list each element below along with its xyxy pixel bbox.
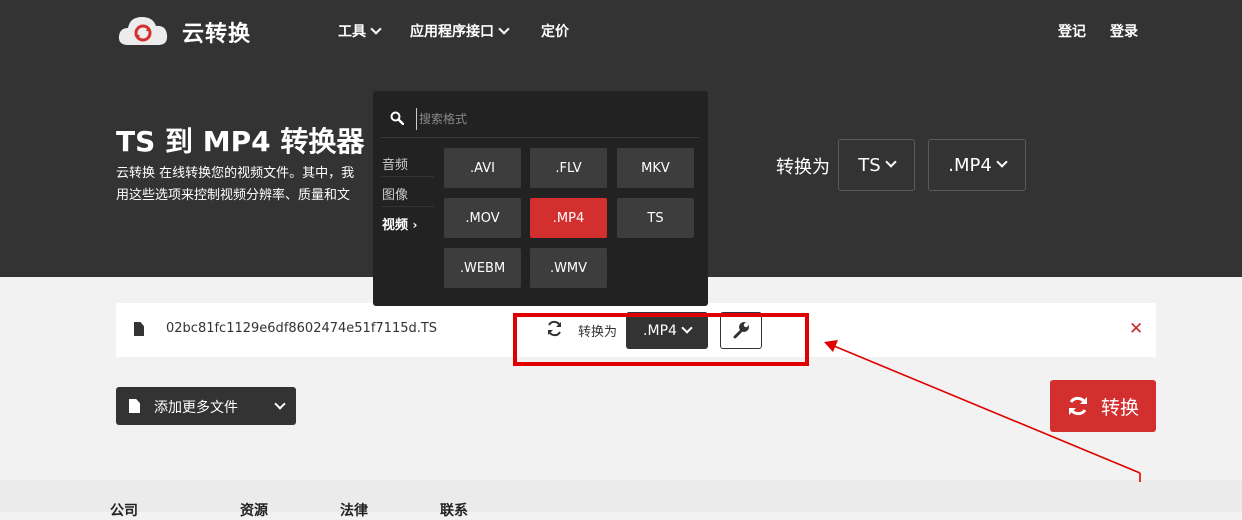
- description-line: 用这些选项来控制视频分辨率、质量和文: [116, 188, 351, 203]
- remove-file-icon[interactable]: ✕: [1129, 319, 1143, 339]
- chevron-down-icon: [370, 23, 382, 35]
- login-link[interactable]: 登录: [1110, 21, 1138, 41]
- file-name: 02bc81fc1129e6df8602474e51f7115d.TS: [166, 321, 438, 336]
- annotation-highlight-box: [513, 313, 809, 366]
- chevron-down-icon: [996, 156, 1008, 168]
- format-option[interactable]: .MOV: [444, 198, 521, 238]
- source-format-select[interactable]: TS: [838, 139, 915, 191]
- page-description: 云转换 在线转换您的视频文件。其中，我 用这些选项来控制视频分辨率、质量和文: [116, 163, 386, 207]
- category-audio[interactable]: 音频: [382, 154, 408, 173]
- format-option[interactable]: .FLV: [530, 148, 607, 188]
- category-video-label: 视频: [382, 218, 409, 233]
- footer-contact[interactable]: 联系: [440, 500, 468, 520]
- cloud-logo-icon[interactable]: [118, 13, 168, 47]
- search-icon: [390, 111, 404, 125]
- nav-pricing-link[interactable]: 定价: [541, 21, 569, 41]
- format-option[interactable]: .AVI: [444, 148, 521, 188]
- nav-tools-menu[interactable]: 工具: [338, 21, 382, 41]
- category-divider: [381, 176, 434, 177]
- add-more-files-button[interactable]: 添加更多文件: [116, 387, 296, 425]
- chevron-right-icon: ›: [412, 218, 418, 232]
- footer-resources[interactable]: 资源: [240, 500, 268, 520]
- convert-button[interactable]: 转换: [1050, 380, 1156, 432]
- source-format-value: TS: [858, 154, 881, 176]
- signup-link[interactable]: 登记: [1058, 21, 1086, 41]
- target-format-select[interactable]: .MP4: [928, 139, 1026, 191]
- top-nav: 云转换 工具 应用程序接口 定价 登记 登录: [0, 0, 1242, 62]
- chevron-down-icon: [885, 156, 897, 168]
- format-option[interactable]: TS: [617, 198, 694, 238]
- description-line: 云转换 在线转换您的视频文件。其中，我: [116, 166, 355, 181]
- nav-tools-label: 工具: [338, 24, 366, 40]
- chevron-down-icon: [274, 398, 286, 410]
- convert-label: 转换: [1101, 397, 1140, 419]
- dropdown-divider: [381, 137, 699, 138]
- refresh-icon: [1069, 396, 1087, 416]
- chevron-down-icon: [498, 23, 510, 35]
- convert-to-label: 转换为: [776, 157, 830, 178]
- category-divider: [381, 206, 434, 207]
- file-plus-icon: [129, 399, 140, 413]
- category-video[interactable]: 视频 ›: [382, 214, 418, 233]
- brand-name[interactable]: 云转换: [182, 16, 251, 48]
- footer-company[interactable]: 公司: [110, 500, 138, 520]
- format-option-selected[interactable]: .MP4: [530, 198, 607, 238]
- add-more-files-label: 添加更多文件: [154, 400, 238, 416]
- target-format-value: .MP4: [948, 154, 992, 176]
- nav-api-menu[interactable]: 应用程序接口: [410, 21, 510, 41]
- nav-api-label: 应用程序接口: [410, 24, 494, 40]
- footer: 公司 资源 法律 联系: [0, 480, 1242, 519]
- format-option[interactable]: .WMV: [530, 248, 607, 288]
- footer-legal[interactable]: 法律: [340, 500, 368, 520]
- category-image[interactable]: 图像: [382, 184, 408, 203]
- format-option[interactable]: .WEBM: [444, 248, 521, 288]
- page-title: TS 到 MP4 转换器: [116, 125, 365, 158]
- format-search-input[interactable]: [416, 108, 699, 130]
- format-option[interactable]: MKV: [617, 148, 694, 188]
